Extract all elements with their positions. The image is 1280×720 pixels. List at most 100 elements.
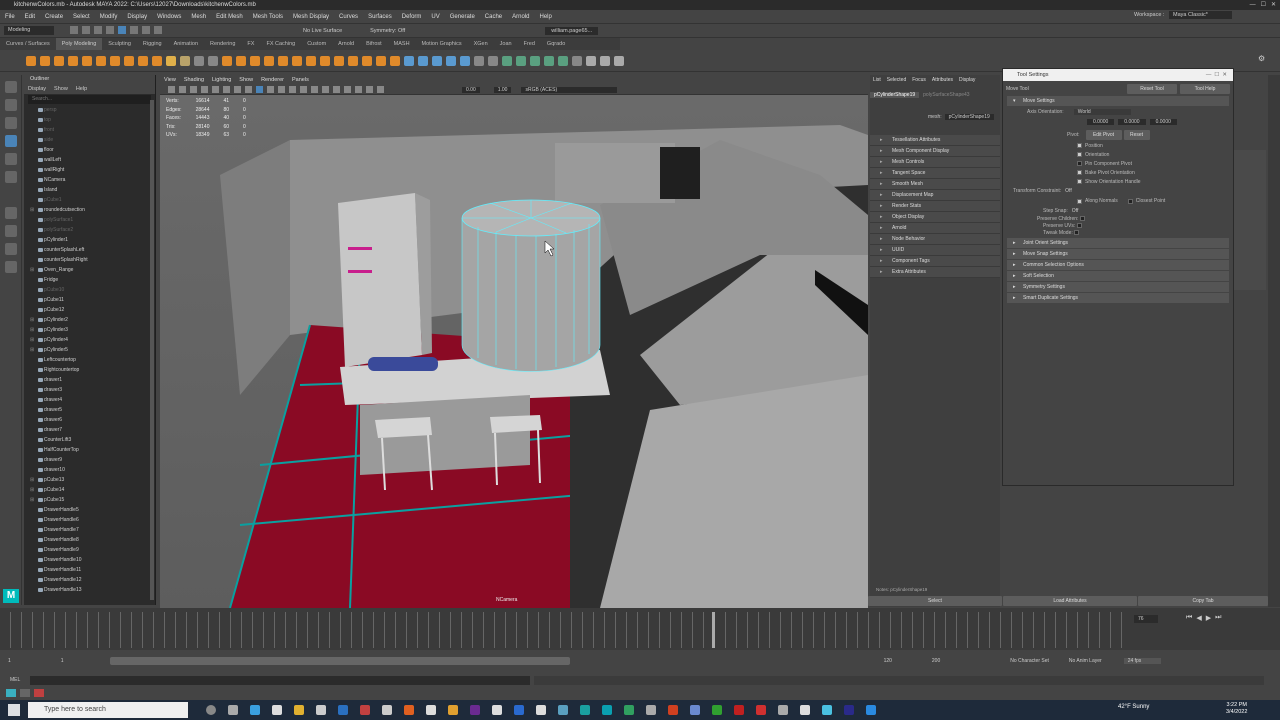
pivot-checkbox[interactable] [1077, 179, 1082, 184]
insert-loop-icon[interactable] [488, 55, 498, 66]
ae-section-arnold[interactable]: Arnold [870, 223, 1000, 234]
layout-icon[interactable] [5, 261, 17, 273]
poly-plane-icon[interactable] [96, 55, 106, 66]
tool-help-button[interactable]: Tool Help [1180, 84, 1230, 94]
pivot-checkbox[interactable] [1077, 143, 1082, 148]
range-start-field[interactable]: 1 [61, 658, 64, 664]
mesh-name-field[interactable]: pCylinderShape19 [944, 114, 994, 120]
expand-icon[interactable]: ⊞ [30, 265, 34, 275]
outliner-item[interactable]: DrawerHandle11 [24, 565, 155, 575]
character-set-dropdown[interactable]: No Character Set [1010, 658, 1049, 664]
ae-section-tangent-space[interactable]: Tangent Space [870, 168, 1000, 179]
outliner-item[interactable]: side [24, 135, 155, 145]
outliner-menu-show[interactable]: Show [50, 84, 72, 94]
gamma-field[interactable]: 1.00 [493, 86, 512, 93]
closest-point-radio[interactable] [1127, 198, 1133, 204]
fill-hole-icon[interactable] [320, 55, 330, 66]
shelf-tab-gqrado[interactable]: Gqrado [541, 38, 571, 50]
ae-tab-display[interactable]: Display [956, 75, 978, 85]
blender-icon[interactable] [448, 705, 458, 715]
zoom-icon[interactable] [866, 705, 876, 715]
ts-section-move-snap-settings[interactable]: Move Snap Settings [1007, 249, 1229, 259]
menu-mesh-display[interactable]: Mesh Display [288, 10, 334, 24]
workspace-selector[interactable]: Workspace : Maya Classic* [1134, 11, 1232, 19]
script-editor-icon[interactable] [6, 689, 16, 697]
spherical-uv-icon[interactable] [530, 55, 540, 66]
shelf-tab-fred[interactable]: Fred [518, 38, 541, 50]
outliner-item[interactable]: Fridge [24, 275, 155, 285]
wedge-icon[interactable] [362, 55, 372, 66]
boolean-intersect-icon[interactable] [264, 55, 274, 66]
app-white2-icon[interactable] [800, 705, 810, 715]
task-view-icon[interactable] [228, 705, 238, 715]
poke-icon[interactable] [376, 55, 386, 66]
viewport-menu-show[interactable]: Show [235, 75, 257, 85]
outliner-item[interactable]: drawer9 [24, 455, 155, 465]
ae-section-mesh-controls[interactable]: Mesh Controls [870, 157, 1000, 168]
playback-controls[interactable]: ⏮ ◀ ▶ ⏭ [1184, 614, 1223, 622]
app-white-icon[interactable] [382, 705, 392, 715]
pivot-checkbox[interactable] [1077, 152, 1082, 157]
weather-label[interactable]: 42°F Sunny [1118, 704, 1149, 710]
mirror-icon[interactable] [278, 55, 288, 66]
cylindrical-uv-icon[interactable] [516, 55, 526, 66]
menu-modify[interactable]: Modify [95, 10, 123, 24]
shelf-tab-fx[interactable]: FX [241, 38, 260, 50]
step-snap-dropdown[interactable]: Off [1072, 208, 1079, 214]
outliner-item[interactable]: ⊞ pCube15 [24, 495, 155, 505]
notepad-icon[interactable] [492, 705, 502, 715]
slide-edge-icon[interactable] [460, 55, 470, 66]
app-orange-icon[interactable] [668, 705, 678, 715]
menu-mesh-tools[interactable]: Mesh Tools [248, 10, 288, 24]
poly-cylinder-icon[interactable] [54, 55, 64, 66]
separate-icon[interactable] [208, 55, 218, 66]
symmetry-label[interactable]: Symmetry: Off [370, 28, 405, 34]
svg-icon[interactable] [180, 55, 190, 66]
current-time-marker[interactable] [712, 612, 715, 648]
uv-editor-icon[interactable] [558, 55, 568, 66]
shelf-tab-mash[interactable]: MASH [388, 38, 416, 50]
anim-layer-dropdown[interactable]: No Anim Layer [1069, 658, 1102, 664]
expand-icon[interactable]: ⊞ [30, 485, 34, 495]
outliner-item[interactable]: drawer6 [24, 415, 155, 425]
preserve-uvs-checkbox[interactable] [1076, 223, 1082, 229]
ae-section-displacement-map[interactable]: Displacement Map [870, 190, 1000, 201]
poly-cube-icon[interactable] [40, 55, 50, 66]
outliner-item[interactable]: DrawerHandle8 [24, 535, 155, 545]
expand-icon[interactable]: ⊞ [30, 315, 34, 325]
shelf-tab-joan[interactable]: Joan [494, 38, 518, 50]
menu-edit[interactable]: Edit [20, 10, 40, 24]
colorspace-dropdown[interactable]: sRGB (ACES) [521, 86, 618, 93]
shelf-tab-bifrost[interactable]: Bifrost [360, 38, 388, 50]
ts-section-smart-duplicate-settings[interactable]: Smart Duplicate Settings [1007, 293, 1229, 303]
go-to-start-icon[interactable]: ⏮ [1186, 614, 1192, 622]
connect-icon[interactable] [432, 55, 442, 66]
output-window-icon[interactable] [20, 689, 30, 697]
ts-section-symmetry-settings[interactable]: Symmetry Settings [1007, 282, 1229, 292]
along-normals-radio[interactable] [1077, 198, 1082, 204]
visual-studio-icon[interactable] [514, 705, 524, 715]
outliner-item[interactable]: ⊞ Oven_Range [24, 265, 155, 275]
menu-select[interactable]: Select [68, 10, 95, 24]
menu-edit-mesh[interactable]: Edit Mesh [211, 10, 248, 24]
unity-icon[interactable] [536, 705, 546, 715]
outliner-item[interactable]: pCube10 [24, 285, 155, 295]
node-tab-surface[interactable]: polySurfaceShape43 [919, 92, 973, 98]
poly-disc-icon[interactable] [110, 55, 120, 66]
range-slider-bar[interactable] [109, 657, 570, 665]
viewport-menu-panels[interactable]: Panels [288, 75, 313, 85]
outliner-item[interactable]: DrawerHandle7 [24, 525, 155, 535]
discord-icon[interactable] [690, 705, 700, 715]
tweak-mode-checkbox[interactable] [1074, 230, 1080, 236]
ae-section-tessellation-attributes[interactable]: Tessellation Attributes [870, 135, 1000, 146]
app-green2-icon[interactable] [712, 705, 722, 715]
menu-arnold[interactable]: Arnold [507, 10, 534, 24]
menu-mesh[interactable]: Mesh [186, 10, 211, 24]
ae-section-object-display[interactable]: Object Display [870, 212, 1000, 223]
reset-tool-button[interactable]: Reset Tool [1127, 84, 1177, 94]
close-panel-icon[interactable] [34, 689, 44, 697]
photoshop-icon[interactable] [844, 705, 854, 715]
menu-create[interactable]: Create [40, 10, 68, 24]
ae-section-extra-attributes[interactable]: Extra Attributes [870, 267, 1000, 278]
outliner-item[interactable]: Rightcountertop [24, 365, 155, 375]
